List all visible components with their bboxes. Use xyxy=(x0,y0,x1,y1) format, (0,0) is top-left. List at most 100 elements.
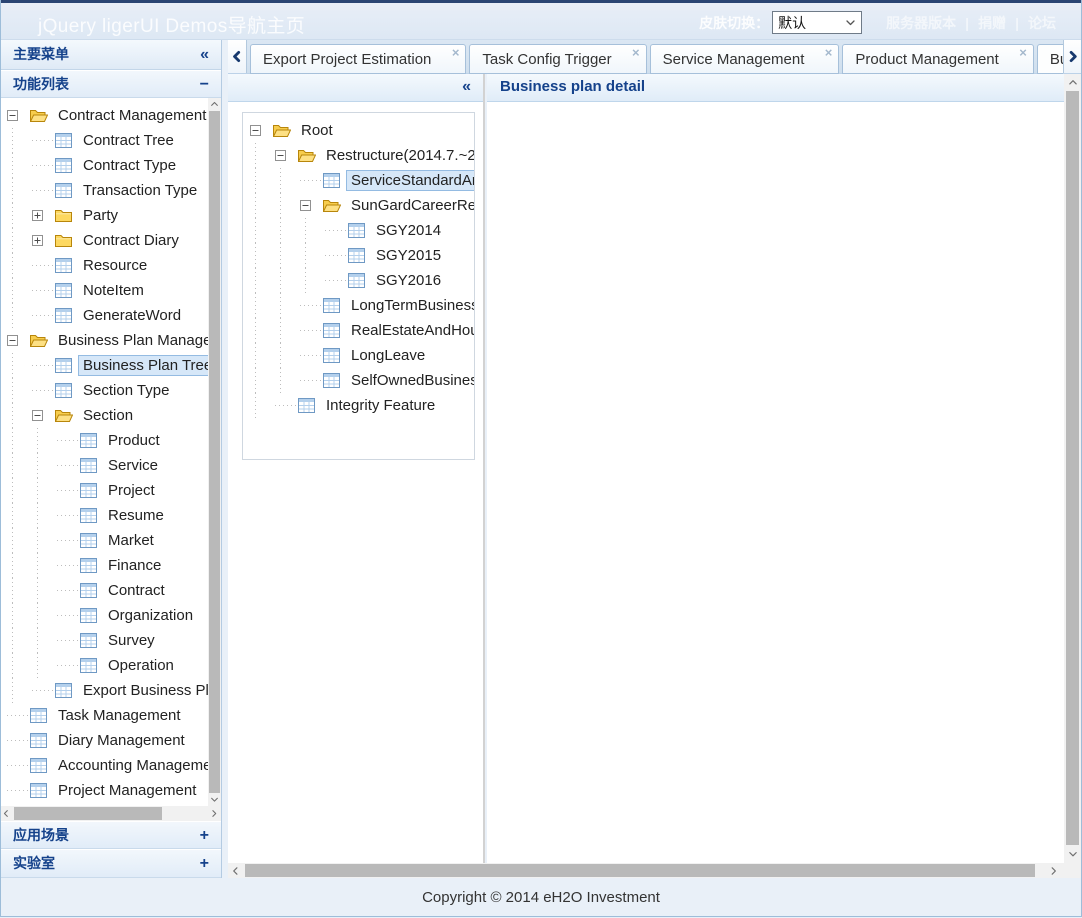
tree-node-label[interactable]: GenerateWord xyxy=(78,305,186,326)
menu-node-generateword[interactable]: GenerateWord xyxy=(0,303,221,328)
main-vertical-scrollbar[interactable] xyxy=(1064,74,1081,863)
menu-node-finance[interactable]: Finance xyxy=(0,553,221,578)
menu-node-section[interactable]: Section xyxy=(0,403,221,428)
menu-node-business-plan-tree[interactable]: Business Plan Tree xyxy=(0,353,221,378)
menu-node-market[interactable]: Market xyxy=(0,528,221,553)
tree-node-label[interactable]: Project xyxy=(103,480,160,501)
tree-node-label[interactable]: Section xyxy=(78,405,138,426)
tab-export-project-estimation[interactable]: Export Project Estimation× xyxy=(250,44,466,74)
tree-node-label[interactable]: Market xyxy=(103,530,159,551)
collapse-toggle-icon[interactable] xyxy=(300,193,323,218)
tree-node-label[interactable]: Resource xyxy=(78,255,152,276)
plan-node-selfownedbusiness[interactable]: SelfOwnedBusiness xyxy=(243,368,474,393)
topbar-link-2[interactable]: 捐赠 xyxy=(978,13,1006,33)
menu-node-contract[interactable]: Contract xyxy=(0,578,221,603)
scrollbar-thumb[interactable] xyxy=(14,807,162,820)
main-horizontal-scrollbar[interactable] xyxy=(228,863,1082,878)
collapse-toggle-icon[interactable] xyxy=(7,328,30,353)
menu-node-accounting-management[interactable]: Accounting Management xyxy=(0,753,221,778)
scroll-right-button[interactable] xyxy=(1046,863,1062,878)
menu-tree-horizontal-scrollbar[interactable] xyxy=(0,806,221,821)
tree-node-label[interactable]: Contract xyxy=(103,580,170,601)
tab-close-icon[interactable]: × xyxy=(825,46,833,59)
menu-node-business-plan-management[interactable]: Business Plan Management xyxy=(0,328,221,353)
tree-node-label[interactable]: LongLeave xyxy=(346,345,430,366)
sidebar-collapse-icon[interactable]: « xyxy=(200,40,209,69)
expand-toggle-icon[interactable] xyxy=(32,228,55,253)
tree-node-label[interactable]: SelfOwnedBusiness xyxy=(346,370,475,391)
tabs-scroll-left-button[interactable] xyxy=(228,40,247,73)
tree-node-label[interactable]: Operation xyxy=(103,655,179,676)
menu-node-export-business-plan[interactable]: Export Business Plan xyxy=(0,678,221,703)
plan-node-sungardcareerrest[interactable]: SunGardCareerRest xyxy=(243,193,474,218)
accordion-application-scenarios[interactable]: 应用场景 + xyxy=(0,821,221,849)
tabs-scroll-right-button[interactable] xyxy=(1063,40,1082,73)
menu-node-project[interactable]: Project xyxy=(0,478,221,503)
menu-node-noteitem[interactable]: NoteItem xyxy=(0,278,221,303)
tree-node-label[interactable]: Section Type xyxy=(78,380,174,401)
accordion-laboratory[interactable]: 实验室 + xyxy=(0,849,221,878)
scrollbar-thumb[interactable] xyxy=(209,111,220,793)
tree-node-label[interactable]: LongTermBusinessD xyxy=(346,295,475,316)
tree-node-label[interactable]: Service xyxy=(103,455,163,476)
tree-node-label[interactable]: Transaction Type xyxy=(78,180,202,201)
tree-node-label[interactable]: Accounting Management xyxy=(53,755,221,776)
menu-tree-vertical-scrollbar[interactable] xyxy=(208,98,221,806)
plan-node-longleave[interactable]: LongLeave xyxy=(243,343,474,368)
tree-node-label[interactable]: Integrity Feature xyxy=(321,395,440,416)
tree-node-label[interactable]: Organization xyxy=(103,605,198,626)
collapse-toggle-icon[interactable] xyxy=(7,103,30,128)
tree-node-label[interactable]: Resume xyxy=(103,505,169,526)
tab-close-icon[interactable]: × xyxy=(632,46,640,59)
tree-node-label[interactable]: Restructure(2014.7.~20 xyxy=(321,145,475,166)
plan-node-sgy2016[interactable]: SGY2016 xyxy=(243,268,474,293)
plan-node-sgy2014[interactable]: SGY2014 xyxy=(243,218,474,243)
scrollbar-thumb[interactable] xyxy=(1066,91,1079,845)
tree-node-label[interactable]: Contract Tree xyxy=(78,130,179,151)
expand-toggle-icon[interactable] xyxy=(32,203,55,228)
expand-panel-icon[interactable]: + xyxy=(200,822,209,849)
collapse-toggle-icon[interactable] xyxy=(32,403,55,428)
menu-node-operation[interactable]: Operation xyxy=(0,653,221,678)
menu-node-party[interactable]: Party xyxy=(0,203,221,228)
tree-node-label[interactable]: Contract Diary xyxy=(78,230,184,251)
tree-node-label[interactable]: Diary Management xyxy=(53,730,190,751)
tab-busi[interactable]: Busi xyxy=(1037,44,1063,74)
scrollbar-thumb[interactable] xyxy=(245,864,1035,877)
menu-node-section-type[interactable]: Section Type xyxy=(0,378,221,403)
menu-node-survey[interactable]: Survey xyxy=(0,628,221,653)
menu-node-service[interactable]: Service xyxy=(0,453,221,478)
tree-node-label[interactable]: Product xyxy=(103,430,165,451)
panel-collapse-icon[interactable]: « xyxy=(462,74,471,100)
tree-node-label[interactable]: Contract Type xyxy=(78,155,181,176)
scroll-down-button[interactable] xyxy=(1064,845,1081,863)
scroll-left-button[interactable] xyxy=(228,863,244,878)
tree-node-label[interactable]: SGY2014 xyxy=(371,220,446,241)
menu-node-organization[interactable]: Organization xyxy=(0,603,221,628)
tree-node-label[interactable]: NoteItem xyxy=(78,280,149,301)
tree-node-label[interactable]: RealEstateAndHous xyxy=(346,320,475,341)
collapse-toggle-icon[interactable] xyxy=(250,118,273,143)
menu-node-task-management[interactable]: Task Management xyxy=(0,703,221,728)
collapse-toggle-icon[interactable] xyxy=(275,143,298,168)
tree-node-label[interactable]: Contract Management xyxy=(53,105,211,126)
menu-node-product[interactable]: Product xyxy=(0,428,221,453)
tree-node-label[interactable]: SGY2015 xyxy=(371,245,446,266)
menu-node-project-management[interactable]: Project Management xyxy=(0,778,221,803)
plan-node-root[interactable]: Root xyxy=(243,118,474,143)
plan-node-integrity-feature[interactable]: Integrity Feature xyxy=(243,393,474,418)
skin-select[interactable]: 默认 xyxy=(772,11,862,34)
menu-node-contract-diary[interactable]: Contract Diary xyxy=(0,228,221,253)
plan-node-restructure-2014-7-20[interactable]: Restructure(2014.7.~20 xyxy=(243,143,474,168)
tab-service-management[interactable]: Service Management× xyxy=(650,44,840,74)
menu-node-contract-tree[interactable]: Contract Tree xyxy=(0,128,221,153)
scroll-right-button[interactable] xyxy=(208,806,221,821)
topbar-link-3[interactable]: 论坛 xyxy=(1028,13,1056,33)
tree-node-label[interactable]: Finance xyxy=(103,555,166,576)
menu-node-resume[interactable]: Resume xyxy=(0,503,221,528)
tree-node-label[interactable]: Business Plan Tree xyxy=(78,355,217,376)
menu-node-resource[interactable]: Resource xyxy=(0,253,221,278)
scroll-left-button[interactable] xyxy=(0,806,13,821)
collapse-panel-icon[interactable]: − xyxy=(200,71,209,98)
plan-node-servicestandardan[interactable]: ServiceStandardAn xyxy=(243,168,474,193)
